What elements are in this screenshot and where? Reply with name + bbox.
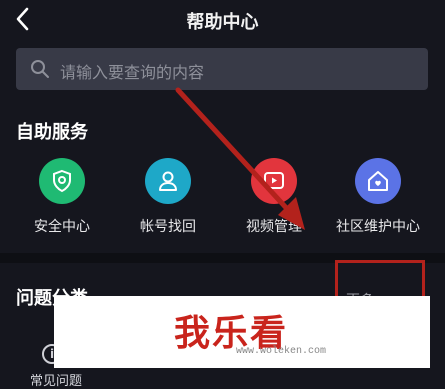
section-title-self-service: 自助服务 xyxy=(16,122,88,143)
service-security-center[interactable]: 安全中心 xyxy=(12,158,112,236)
page-title: 帮助中心 xyxy=(186,12,259,33)
service-label: 视频管理 xyxy=(246,219,302,235)
top-bar: 帮助中心 xyxy=(0,0,445,38)
search-placeholder: 请输入要查询的内容 xyxy=(60,63,205,82)
watermark-url: www.woleken.com xyxy=(236,346,327,357)
shield-icon xyxy=(39,158,85,204)
service-label: 安全中心 xyxy=(34,219,90,235)
search-icon xyxy=(30,59,50,83)
service-label: 社区维护中心 xyxy=(336,219,420,235)
service-video-management[interactable]: 视频管理 xyxy=(224,158,324,236)
watermark-banner: 我乐看 www.woleken.com xyxy=(54,296,430,368)
service-label: 帐号找回 xyxy=(140,219,196,235)
service-community-center[interactable]: 社区维护中心 xyxy=(328,158,428,236)
video-icon xyxy=(251,158,297,204)
service-account-recovery[interactable]: 帐号找回 xyxy=(118,158,218,236)
category-label: 常见问题 xyxy=(30,374,83,389)
search-input[interactable]: 请输入要查询的内容 xyxy=(16,48,428,90)
user-icon xyxy=(145,158,191,204)
home-icon xyxy=(355,158,401,204)
